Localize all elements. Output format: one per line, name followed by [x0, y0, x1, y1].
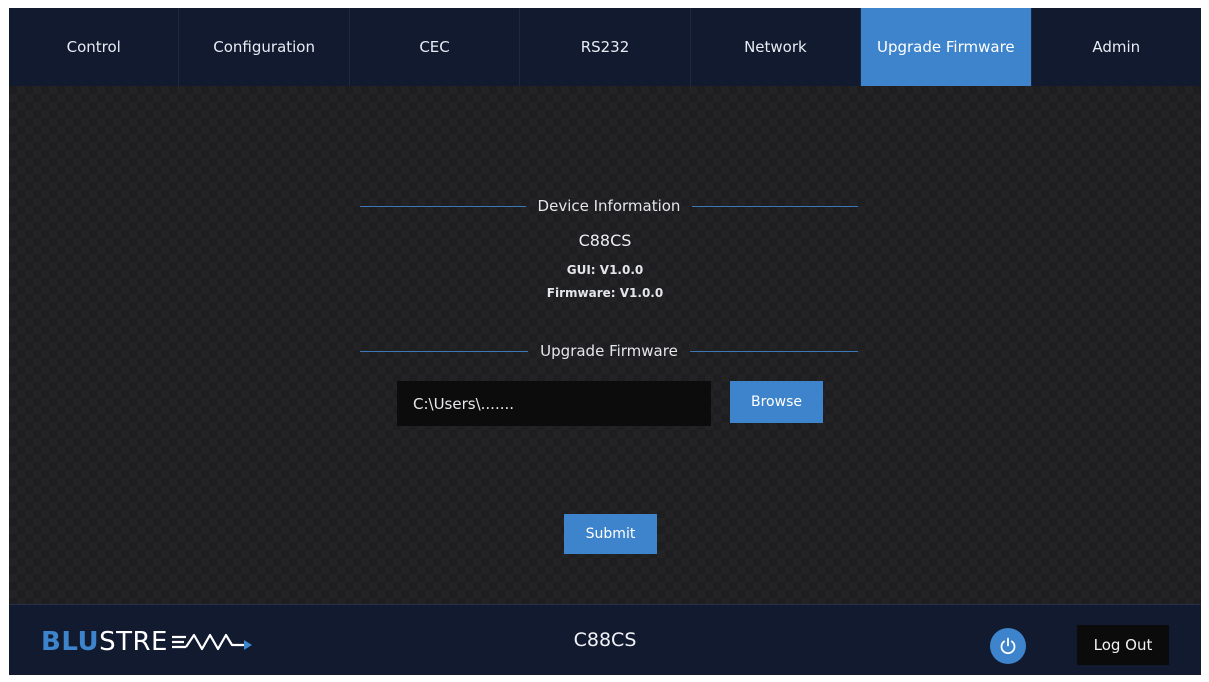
blustream-logo: BLUSTRE: [41, 625, 256, 659]
firmware-file-path-input[interactable]: [397, 381, 711, 426]
tab-rs232[interactable]: RS232: [520, 8, 691, 86]
divider-line: [360, 205, 526, 207]
gui-version: GUI: V1.0.0: [566, 263, 644, 277]
firmware-version: Firmware: V1.0.0: [546, 286, 664, 300]
divider-line: [692, 205, 858, 207]
tab-cec[interactable]: CEC: [350, 8, 521, 86]
submit-button[interactable]: Submit: [564, 514, 657, 554]
main-content: Device Information C88CS GUI: V1.0.0 Fir…: [9, 86, 1201, 604]
tab-control[interactable]: Control: [9, 8, 180, 86]
power-button[interactable]: [990, 628, 1026, 664]
divider-line: [360, 350, 529, 352]
divider-line: [689, 350, 858, 352]
tab-upgrade-firmware[interactable]: Upgrade Firmware: [861, 8, 1032, 86]
device-information-title: Device Information: [537, 197, 681, 215]
app-frame: Control Configuration CEC RS232 Network …: [9, 8, 1201, 675]
device-model: C88CS: [578, 231, 632, 250]
top-nav: Control Configuration CEC RS232 Network …: [9, 8, 1201, 86]
tab-network[interactable]: Network: [691, 8, 862, 86]
logo-text: BLUSTRE: [41, 627, 168, 657]
tab-admin[interactable]: Admin: [1032, 8, 1201, 86]
footer-bar: BLUSTRE C88CS Log Out: [9, 604, 1201, 675]
browse-button[interactable]: Browse: [730, 381, 823, 423]
upgrade-firmware-header: Upgrade Firmware: [360, 339, 858, 363]
logo-wave-icon: [171, 633, 252, 651]
tab-configuration[interactable]: Configuration: [179, 8, 350, 86]
upgrade-firmware-title: Upgrade Firmware: [540, 342, 678, 360]
power-icon: [1000, 637, 1016, 655]
device-information-header: Device Information: [360, 194, 858, 218]
logout-button[interactable]: Log Out: [1077, 625, 1169, 665]
